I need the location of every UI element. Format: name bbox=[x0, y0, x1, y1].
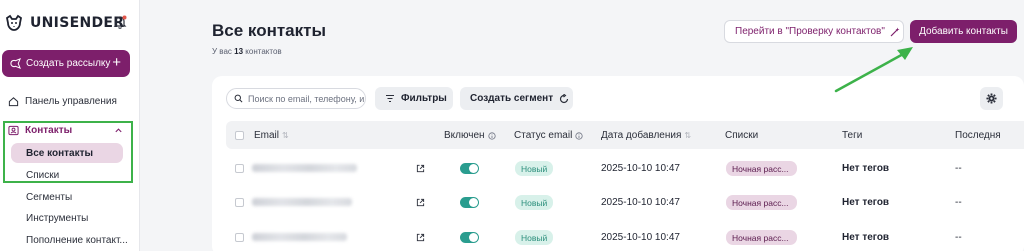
status-badge: Новый bbox=[515, 195, 554, 210]
row-checkbox[interactable] bbox=[235, 233, 244, 242]
filters-label: Фильтры bbox=[401, 93, 447, 104]
enabled-toggle[interactable] bbox=[460, 163, 479, 174]
magic-wand-icon bbox=[890, 27, 900, 36]
filter-icon bbox=[386, 94, 394, 103]
list-badge[interactable]: Ночная расс... bbox=[726, 195, 797, 210]
tags-value: Нет тегов bbox=[842, 197, 890, 208]
column-label: Статус email bbox=[514, 130, 573, 141]
check-contacts-button[interactable]: Перейти в "Проверку контактов" bbox=[724, 20, 904, 43]
chevron-up-icon[interactable] bbox=[114, 126, 123, 135]
column-lists[interactable]: Списки bbox=[725, 130, 758, 141]
sidebar-item-dashboard[interactable]: Панель управления bbox=[8, 96, 117, 107]
logo-text: UNISENDER bbox=[30, 15, 125, 31]
search-input[interactable]: Поиск по email, телефону, и bbox=[226, 88, 366, 109]
status-badge: Новый bbox=[515, 161, 554, 176]
plus-icon: + bbox=[112, 54, 121, 71]
column-last[interactable]: Последня bbox=[955, 130, 1001, 141]
create-segment-label: Создать сегмент bbox=[470, 93, 554, 104]
last-value: -- bbox=[955, 163, 962, 174]
sidebar-item-tools[interactable]: Инструменты bbox=[26, 213, 88, 224]
external-link-icon[interactable] bbox=[416, 233, 425, 242]
sidebar-item-all-contacts[interactable]: Все контакты bbox=[26, 148, 93, 159]
sidebar: UNISENDER Создать рассылку + Панель упра… bbox=[0, 0, 140, 251]
column-label: Включен bbox=[444, 130, 485, 141]
filters-button[interactable]: Фильтры bbox=[375, 87, 453, 110]
search-icon bbox=[234, 94, 243, 103]
last-value: -- bbox=[955, 197, 962, 208]
column-date-added[interactable]: Дата добавления ⇅ bbox=[601, 130, 691, 141]
sidebar-item-lists[interactable]: Списки bbox=[26, 170, 59, 181]
sidebar-item-segments[interactable]: Сегменты bbox=[26, 192, 72, 203]
enabled-toggle[interactable] bbox=[460, 197, 479, 208]
contacts-icon bbox=[8, 125, 19, 136]
create-campaign-label: Создать рассылку bbox=[26, 58, 111, 69]
select-all-checkbox[interactable] bbox=[235, 131, 244, 140]
enabled-toggle[interactable] bbox=[460, 232, 479, 243]
bell-icon[interactable] bbox=[112, 14, 128, 30]
status-badge: Новый bbox=[515, 230, 554, 245]
list-badge[interactable]: Ночная расс... bbox=[726, 230, 797, 245]
date-added: 2025-10-10 10:47 bbox=[601, 163, 680, 174]
column-enabled[interactable]: Включен bbox=[444, 130, 496, 141]
sidebar-item-label: Панель управления bbox=[25, 96, 117, 107]
create-campaign-button[interactable]: Создать рассылку + bbox=[2, 50, 130, 77]
count-suffix: контактов bbox=[245, 47, 282, 56]
sidebar-item-label: Контакты bbox=[25, 125, 73, 136]
column-email[interactable]: Email ⇅ bbox=[254, 130, 289, 141]
info-icon bbox=[575, 131, 583, 140]
count-value: 13 bbox=[234, 47, 244, 56]
info-icon bbox=[487, 131, 496, 140]
row-checkbox[interactable] bbox=[235, 164, 244, 173]
check-contacts-label: Перейти в "Проверку контактов" bbox=[735, 26, 885, 37]
tags-value: Нет тегов bbox=[842, 232, 890, 243]
row-checkbox[interactable] bbox=[235, 198, 244, 207]
last-value: -- bbox=[955, 232, 962, 243]
count-prefix: У вас bbox=[212, 47, 232, 56]
blurred-email bbox=[252, 198, 352, 206]
external-link-icon[interactable] bbox=[416, 198, 425, 207]
blurred-email bbox=[252, 164, 357, 172]
contacts-count: У вас 13 контактов bbox=[212, 47, 282, 56]
tags-value: Нет тегов bbox=[842, 163, 890, 174]
refresh-icon bbox=[560, 93, 569, 103]
settings-button[interactable] bbox=[980, 87, 1003, 110]
page-title: Все контакты bbox=[212, 21, 326, 40]
date-added: 2025-10-10 10:47 bbox=[601, 232, 680, 243]
sidebar-item-contacts[interactable]: Контакты bbox=[8, 125, 72, 136]
blurred-email bbox=[252, 233, 347, 241]
column-email-status[interactable]: Статус email bbox=[514, 130, 583, 141]
column-label: Email bbox=[254, 130, 280, 141]
add-contacts-button[interactable]: Добавить контакты bbox=[910, 20, 1017, 43]
column-tags[interactable]: Теги bbox=[842, 130, 862, 141]
home-icon bbox=[8, 97, 19, 107]
search-placeholder: Поиск по email, телефону, и bbox=[248, 93, 365, 104]
gear-icon bbox=[986, 93, 997, 104]
logo[interactable]: UNISENDER bbox=[4, 13, 124, 33]
logo-dog-icon bbox=[5, 14, 23, 31]
external-link-icon[interactable] bbox=[416, 164, 425, 173]
column-label: Дата добавления bbox=[601, 130, 682, 141]
date-added: 2025-10-10 10:47 bbox=[601, 197, 680, 208]
campaign-icon bbox=[10, 58, 21, 69]
create-segment-button[interactable]: Создать сегмент bbox=[460, 87, 573, 110]
sidebar-item-top-up[interactable]: Пополнение контакт... bbox=[26, 235, 128, 246]
list-badge[interactable]: Ночная расс... bbox=[726, 161, 797, 176]
sort-icon: ⇅ bbox=[282, 131, 289, 140]
sort-icon: ⇅ bbox=[684, 131, 692, 140]
